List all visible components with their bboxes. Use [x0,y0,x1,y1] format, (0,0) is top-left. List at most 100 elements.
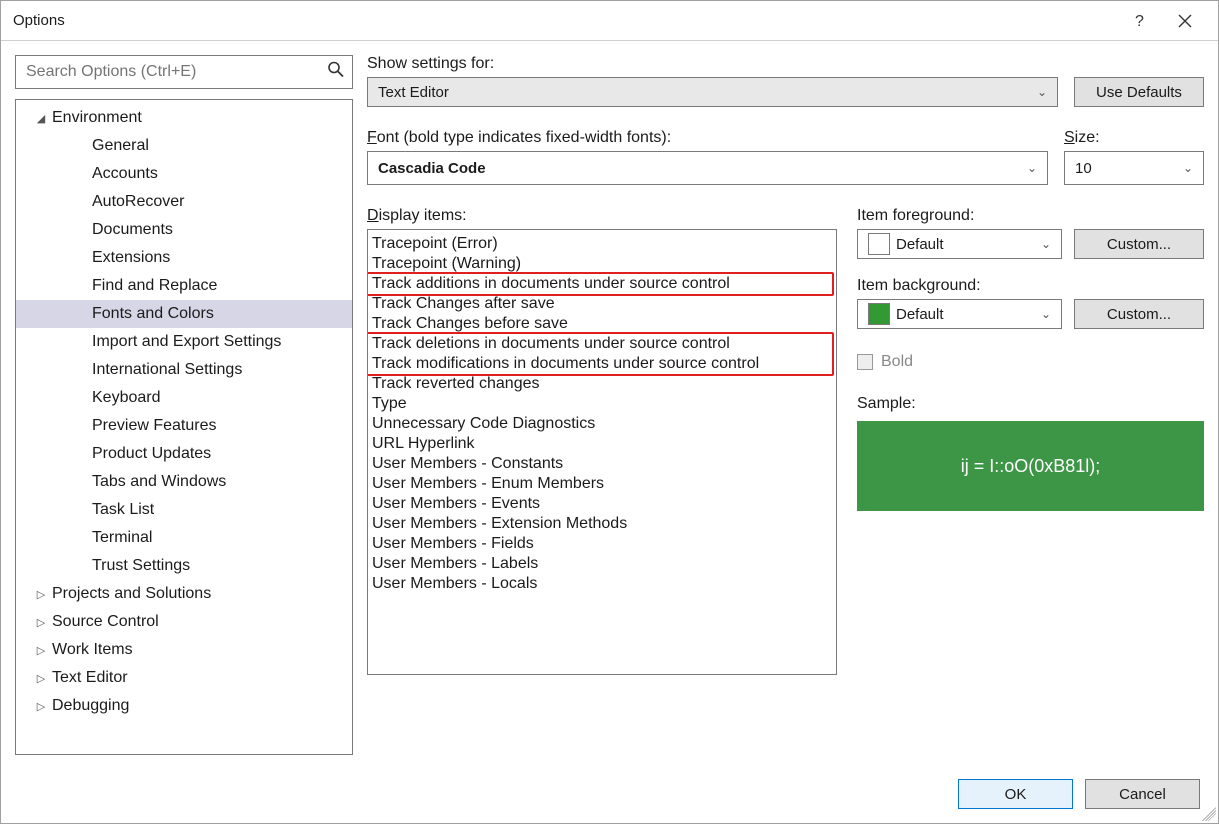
custom-foreground-button[interactable]: Custom... [1074,229,1204,259]
list-item[interactable]: Unnecessary Code Diagnostics [368,414,836,434]
tree-item[interactable]: Documents [16,216,352,244]
list-item[interactable]: Track reverted changes [368,374,836,394]
tree-item-label: AutoRecover [92,193,185,211]
highlight-annotation: Track additions in documents under sourc… [367,272,834,296]
col-settings-for: Show settings for: Text Editor ⌄ [367,55,1058,107]
list-item[interactable]: User Members - Locals [368,574,836,594]
highlight-annotation: Track deletions in documents under sourc… [367,332,834,376]
tree-item-label: Terminal [92,529,152,547]
resize-grip-icon[interactable] [1202,807,1216,821]
tree-category[interactable]: ▷Debugging [16,692,352,720]
row-display-items: Display items: Tracepoint (Error)Tracepo… [367,207,1204,755]
chevron-down-icon: ⌄ [1037,85,1047,99]
tree-item[interactable]: Import and Export Settings [16,328,352,356]
col-font: Font (bold type indicates fixed-width fo… [367,129,1048,185]
search-wrap [15,55,353,89]
checkbox-bold: Bold [857,353,1204,371]
list-item[interactable]: Tracepoint (Error) [368,234,836,254]
list-item[interactable]: Type [368,394,836,414]
dropdown-font[interactable]: Cascadia Code ⌄ [367,151,1048,185]
tree-item[interactable]: Keyboard [16,384,352,412]
tree-item-label: Tabs and Windows [92,473,226,491]
dropdown-item-foreground-value: Default [896,236,1041,253]
tree-item-label: Keyboard [92,389,161,407]
list-item[interactable]: User Members - Fields [368,534,836,554]
content-area: ◢Environment General Accounts AutoRecover Do… [1,41,1218,765]
tree-item-label: Preview Features [92,417,217,435]
label-item-foreground: Item foreground: [857,207,1204,225]
chevron-down-icon: ⌄ [1183,161,1193,175]
tree-item-label: General [92,137,149,155]
options-dialog: Options ? ◢Environment General Accounts Aut… [0,0,1219,824]
tree-item[interactable]: Find and Replace [16,272,352,300]
dropdown-settings-for[interactable]: Text Editor ⌄ [367,77,1058,107]
sample-code: ij = I::oO(0xB81l); [961,456,1101,477]
tree-item-label: Product Updates [92,445,211,463]
label-item-background: Item background: [857,277,1204,295]
help-button[interactable]: ? [1116,3,1162,39]
cancel-button[interactable]: Cancel [1085,779,1200,809]
sample-preview: ij = I::oO(0xB81l); [857,421,1204,511]
col-color-pickers: Item foreground: Default ⌄ Custom... Ite… [857,207,1204,755]
tree-item[interactable]: Preview Features [16,412,352,440]
tree-category[interactable]: ▷Text Editor [16,664,352,692]
list-item[interactable]: Track additions in documents under sourc… [368,274,832,294]
list-item[interactable]: Track deletions in documents under sourc… [368,334,832,354]
dropdown-font-value: Cascadia Code [378,160,1027,177]
list-item[interactable]: Track modifications in documents under s… [368,354,832,374]
list-item[interactable]: Tracepoint (Warning) [368,254,836,274]
tree-item-label: International Settings [92,361,242,379]
arrow-right-icon: ▷ [34,588,48,601]
ok-button[interactable]: OK [958,779,1073,809]
tree-category[interactable]: ▷Work Items [16,636,352,664]
search-input[interactable] [15,55,353,89]
arrow-right-icon: ▷ [34,616,48,629]
tree-item[interactable]: Accounts [16,160,352,188]
ok-label: OK [1005,786,1027,803]
tree-item[interactable]: AutoRecover [16,188,352,216]
dropdown-size[interactable]: 10 ⌄ [1064,151,1204,185]
list-item[interactable]: URL Hyperlink [368,434,836,454]
window-title: Options [13,12,1116,29]
arrow-right-icon: ▷ [34,700,48,713]
tree-category-label: Work Items [52,641,133,659]
category-tree[interactable]: ◢Environment General Accounts AutoRecover Do… [15,99,353,755]
tree-category-label: Projects and Solutions [52,585,211,603]
dialog-footer: OK Cancel [1,765,1218,823]
tree-category[interactable]: ▷Source Control [16,608,352,636]
list-item[interactable]: Track Changes after save [368,294,836,314]
tree-item[interactable]: Task List [16,496,352,524]
cancel-label: Cancel [1119,786,1166,803]
tree-item[interactable]: General [16,132,352,160]
custom-label-2: Custom... [1107,306,1171,323]
tree-item[interactable]: Tabs and Windows [16,468,352,496]
list-item[interactable]: User Members - Events [368,494,836,514]
right-panel: Show settings for: Text Editor ⌄ Use Def… [367,55,1204,755]
dropdown-item-background-value: Default [896,306,1041,323]
list-item[interactable]: User Members - Extension Methods [368,514,836,534]
tree-item[interactable]: Trust Settings [16,552,352,580]
list-item[interactable]: Track Changes before save [368,314,836,334]
list-item[interactable]: User Members - Enum Members [368,474,836,494]
label-display-items: Display items: [367,207,837,225]
tree-category[interactable]: ◢Environment [16,104,352,132]
tree-category[interactable]: ▷ Projects and Solutions [16,580,352,608]
dropdown-item-foreground[interactable]: Default ⌄ [857,229,1062,259]
list-item[interactable]: User Members - Constants [368,454,836,474]
chevron-down-icon: ⌄ [1027,161,1037,175]
dropdown-item-background[interactable]: Default ⌄ [857,299,1062,329]
display-items-listbox[interactable]: Tracepoint (Error)Tracepoint (Warning)Tr… [367,229,837,675]
tree-item[interactable]: Fonts and Colors [16,300,352,328]
tree-item[interactable]: Extensions [16,244,352,272]
close-button[interactable] [1162,3,1208,39]
tree-item-label: Fonts and Colors [92,305,214,323]
dropdown-settings-for-value: Text Editor [378,84,1037,101]
close-icon [1178,14,1192,28]
row-item-background: Default ⌄ Custom... [857,299,1204,329]
tree-item[interactable]: Terminal [16,524,352,552]
custom-background-button[interactable]: Custom... [1074,299,1204,329]
tree-item[interactable]: International Settings [16,356,352,384]
list-item[interactable]: User Members - Labels [368,554,836,574]
use-defaults-button[interactable]: Use Defaults [1074,77,1204,107]
tree-item[interactable]: Product Updates [16,440,352,468]
